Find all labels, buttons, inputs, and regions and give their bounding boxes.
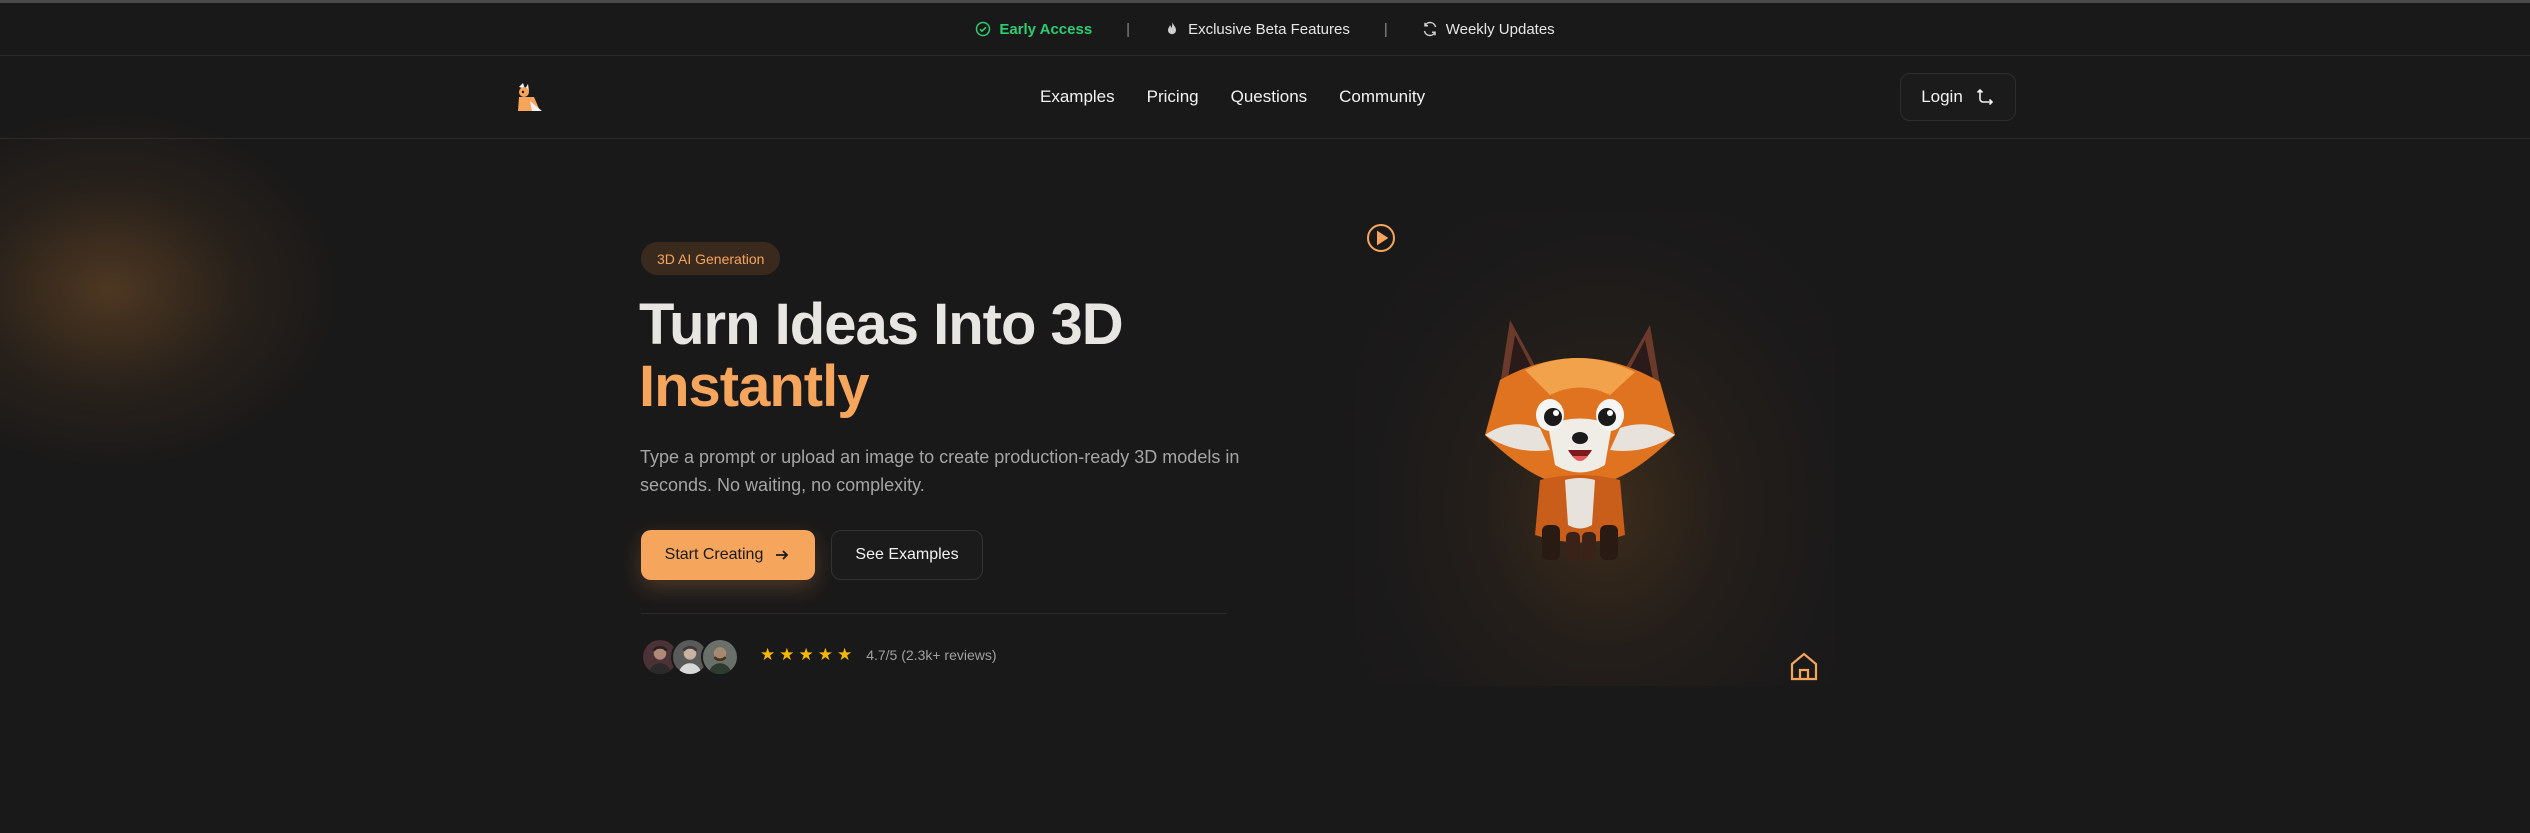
login-button[interactable]: Login [1900, 73, 2016, 121]
login-icon [1976, 88, 1993, 106]
play-icon[interactable] [1365, 222, 1397, 254]
divider [641, 613, 1227, 614]
see-examples-label: See Examples [855, 546, 959, 563]
nav-link-community[interactable]: Community [1339, 87, 1425, 107]
navbar: Examples Pricing Questions Community Log… [0, 57, 2530, 139]
rating-text: 4.7/5 (2.3k+ reviews) [866, 647, 997, 663]
avatar-group [641, 638, 739, 676]
separator: | [1383, 20, 1388, 38]
hero-title-line2: Instantly [639, 354, 869, 419]
star-rating: ★★★★★ [760, 645, 857, 664]
updates-label: Weekly Updates [1445, 20, 1555, 38]
fox-logo-icon[interactable] [512, 81, 546, 115]
hero-subtitle: Type a prompt or upload an image to crea… [640, 447, 1240, 495]
early-access-item: Early Access [975, 21, 1092, 38]
separator: | [1126, 20, 1131, 38]
nav-links: Examples Pricing Questions Community [1040, 87, 1425, 107]
start-creating-button[interactable]: Start Creating [641, 530, 815, 580]
login-label: Login [1921, 87, 1963, 106]
arrow-right-icon [776, 550, 789, 560]
start-creating-label: Start Creating [664, 546, 764, 563]
background-glow [0, 110, 340, 470]
flame-icon [1168, 22, 1177, 35]
nav-link-examples[interactable]: Examples [1040, 87, 1115, 107]
home-icon[interactable] [1787, 650, 1821, 684]
updates-item: Weekly Updates [1422, 21, 1555, 38]
hero-title-line1: Turn Ideas Into 3D [639, 292, 1124, 357]
rating: ★★★★★ 4.7/5 (2.3k+ reviews) [760, 645, 997, 665]
fox-3d-model [1485, 320, 1675, 560]
hero-title: Turn Ideas Into 3D Instantly [639, 292, 1124, 419]
announcement-bar: Early Access | Exclusive Beta Features |… [0, 3, 2530, 56]
check-circle-icon [976, 21, 991, 37]
nav-link-questions[interactable]: Questions [1231, 87, 1308, 107]
see-examples-button[interactable]: See Examples [831, 530, 983, 580]
hero-badge: 3D AI Generation [641, 242, 781, 275]
avatar [701, 638, 739, 676]
refresh-icon [1423, 21, 1436, 37]
early-access-label: Early Access [999, 20, 1093, 38]
beta-label: Exclusive Beta Features [1188, 20, 1350, 38]
nav-link-pricing[interactable]: Pricing [1147, 87, 1199, 107]
beta-item: Exclusive Beta Features [1164, 21, 1350, 38]
